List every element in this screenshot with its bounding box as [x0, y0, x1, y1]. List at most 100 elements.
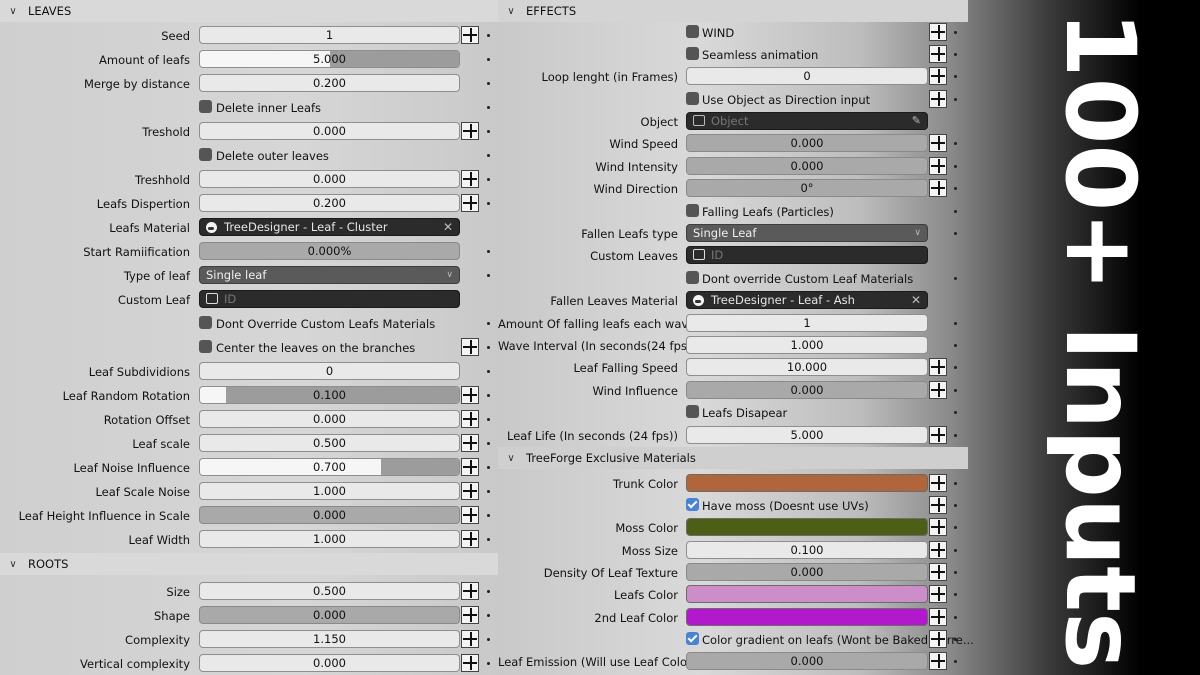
trunk-color-swatch[interactable] — [686, 474, 928, 492]
dispertion-field[interactable]: 0.200 — [199, 194, 460, 212]
center-leaves-checkbox[interactable] — [199, 340, 212, 353]
driver-dot-icon[interactable] — [487, 418, 490, 421]
driver-dot-icon[interactable] — [487, 106, 490, 109]
fallen-type-dropdown[interactable]: Single Leaf ∨ — [686, 224, 928, 242]
keyframe-icon[interactable] — [929, 67, 947, 85]
keyframe-icon[interactable] — [461, 458, 479, 476]
keyframe-icon[interactable] — [929, 541, 947, 559]
leaf-life-field[interactable]: 5.000 — [686, 426, 928, 444]
driver-dot-icon[interactable] — [954, 593, 957, 596]
keyframe-icon[interactable] — [461, 582, 479, 600]
noise-influence-slider[interactable]: 0.700 — [199, 458, 460, 476]
driver-dot-icon[interactable] — [954, 142, 957, 145]
wind-influence-field[interactable]: 0.000 — [686, 381, 928, 399]
leafs-disapear-checkbox[interactable] — [686, 405, 699, 418]
falling-leafs-checkbox[interactable] — [686, 204, 699, 217]
driver-dot-icon[interactable] — [954, 75, 957, 78]
keyframe-icon[interactable] — [929, 474, 947, 492]
driver-dot-icon[interactable] — [487, 250, 490, 253]
keyframe-icon[interactable] — [929, 630, 947, 648]
dont-override-checkbox[interactable] — [199, 316, 212, 329]
keyframe-icon[interactable] — [461, 410, 479, 428]
keyframe-icon[interactable] — [461, 530, 479, 548]
driver-dot-icon[interactable] — [954, 482, 957, 485]
treshhold-field[interactable]: 0.000 — [199, 170, 460, 188]
keyframe-icon[interactable] — [461, 194, 479, 212]
driver-dot-icon[interactable] — [954, 165, 957, 168]
driver-dot-icon[interactable] — [954, 638, 957, 641]
driver-dot-icon[interactable] — [954, 366, 957, 369]
delete-inner-checkbox[interactable] — [199, 100, 212, 113]
merge-field[interactable]: 0.200 — [199, 74, 460, 92]
materials-header[interactable]: ∨ TreeForge Exclusive Materials — [498, 447, 968, 469]
keyframe-icon[interactable] — [929, 45, 947, 63]
effects-header[interactable]: ∨ EFFECTS — [498, 0, 968, 22]
driver-dot-icon[interactable] — [487, 130, 490, 133]
leaf-scale-field[interactable]: 0.500 — [199, 434, 460, 452]
leaves-header[interactable]: ∨ LEAVES — [0, 0, 498, 22]
have-moss-checkbox[interactable] — [686, 498, 699, 511]
driver-dot-icon[interactable] — [954, 434, 957, 437]
root-vertical-complexity-field[interactable]: 0.000 — [199, 654, 460, 672]
driver-dot-icon[interactable] — [954, 232, 957, 235]
root-size-field[interactable]: 0.500 — [199, 582, 460, 600]
delete-outer-checkbox[interactable] — [199, 148, 212, 161]
moss-color-swatch[interactable] — [686, 518, 928, 536]
color-gradient-checkbox[interactable] — [686, 632, 699, 645]
keyframe-icon[interactable] — [461, 654, 479, 672]
root-complexity-field[interactable]: 1.150 — [199, 630, 460, 648]
custom-leaf-field[interactable]: ID — [199, 290, 460, 308]
keyframe-icon[interactable] — [929, 157, 947, 175]
clear-icon[interactable]: ✕ — [911, 292, 921, 308]
moss-size-field[interactable]: 0.100 — [686, 541, 928, 559]
amount-slider[interactable]: 5.000 — [199, 50, 460, 68]
driver-dot-icon[interactable] — [954, 344, 957, 347]
driver-dot-icon[interactable] — [487, 370, 490, 373]
wind-speed-field[interactable]: 0.000 — [686, 134, 928, 152]
seed-field[interactable]: 1 — [199, 26, 460, 44]
driver-dot-icon[interactable] — [487, 58, 490, 61]
leaf-emission-field[interactable]: 0.000 — [686, 652, 928, 670]
roots-header[interactable]: ∨ ROOTS — [0, 553, 498, 575]
keyframe-icon[interactable] — [461, 122, 479, 140]
driver-dot-icon[interactable] — [487, 442, 490, 445]
driver-dot-icon[interactable] — [487, 538, 490, 541]
keyframe-icon[interactable] — [461, 506, 479, 524]
leaf-width-field[interactable]: 1.000 — [199, 530, 460, 548]
custom-leaves-field[interactable]: ID — [686, 246, 928, 264]
keyframe-icon[interactable] — [461, 630, 479, 648]
driver-dot-icon[interactable] — [954, 616, 957, 619]
driver-dot-icon[interactable] — [954, 411, 957, 414]
driver-dot-icon[interactable] — [954, 322, 957, 325]
leafs-material-field[interactable]: TreeDesigner - Leaf - Cluster ✕ — [199, 218, 460, 236]
leaf-subdivisions-field[interactable]: 0 — [199, 362, 460, 380]
driver-dot-icon[interactable] — [954, 31, 957, 34]
driver-dot-icon[interactable] — [954, 53, 957, 56]
driver-dot-icon[interactable] — [487, 614, 490, 617]
driver-dot-icon[interactable] — [954, 549, 957, 552]
wind-intensity-field[interactable]: 0.000 — [686, 157, 928, 175]
driver-dot-icon[interactable] — [487, 394, 490, 397]
driver-dot-icon[interactable] — [487, 590, 490, 593]
keyframe-icon[interactable] — [929, 496, 947, 514]
driver-dot-icon[interactable] — [487, 274, 490, 277]
type-of-leaf-dropdown[interactable]: Single leaf ∨ — [199, 266, 460, 284]
driver-dot-icon[interactable] — [954, 98, 957, 101]
driver-dot-icon[interactable] — [487, 202, 490, 205]
keyframe-icon[interactable] — [929, 518, 947, 536]
keyframe-icon[interactable] — [461, 386, 479, 404]
keyframe-icon[interactable] — [929, 585, 947, 603]
keyframe-icon[interactable] — [929, 381, 947, 399]
rotation-offset-field[interactable]: 0.000 — [199, 410, 460, 428]
root-shape-field[interactable]: 0.000 — [199, 606, 460, 624]
keyframe-icon[interactable] — [929, 563, 947, 581]
keyframe-icon[interactable] — [929, 358, 947, 376]
use-object-checkbox[interactable] — [686, 92, 699, 105]
random-rotation-slider[interactable]: 0.100 — [199, 386, 460, 404]
keyframe-icon[interactable] — [929, 134, 947, 152]
driver-dot-icon[interactable] — [487, 466, 490, 469]
keyframe-icon[interactable] — [929, 652, 947, 670]
keyframe-icon[interactable] — [461, 26, 479, 44]
driver-dot-icon[interactable] — [487, 322, 490, 325]
keyframe-icon[interactable] — [461, 338, 479, 356]
